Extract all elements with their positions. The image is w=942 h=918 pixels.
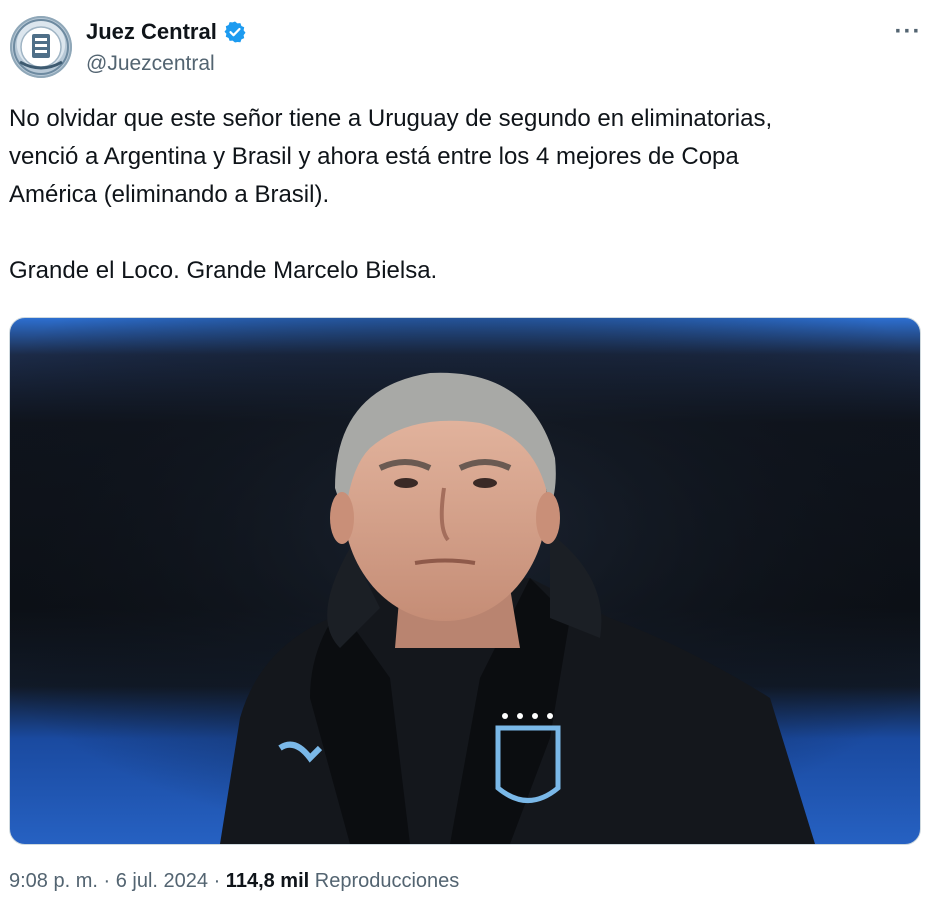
tweet-text-line: América (eliminando a Brasil). xyxy=(9,181,330,208)
tweet-header: Juez Central @Juezcentral ··· xyxy=(10,14,932,80)
tweet-text-line: Grande el Loco. Grande Marcelo Bielsa. xyxy=(9,257,438,284)
views-label: Reproducciones xyxy=(309,870,460,892)
views-count: 114,8 mil xyxy=(225,870,310,892)
meta-separator: · xyxy=(97,870,116,892)
avatar[interactable] xyxy=(10,16,72,78)
meta-separator: · xyxy=(208,870,226,892)
tweet-text: No olvidar que este señor tiene a Urugua… xyxy=(9,100,929,290)
tweet-text-line: venció a Argentina y Brasil y ahora está… xyxy=(9,143,739,170)
tweet-photo[interactable] xyxy=(9,317,921,845)
tweet-time[interactable]: 9:08 p. m. xyxy=(9,870,98,893)
referee-logo-icon xyxy=(13,19,69,75)
author-name[interactable]: Juez Central xyxy=(86,19,217,45)
author-handle[interactable]: @Juezcentral xyxy=(86,52,215,76)
verified-badge-icon xyxy=(223,20,247,44)
tweet-meta: 9:08 p. m. · 6 jul. 2024 · 114,8 mil Rep… xyxy=(9,870,459,893)
tweet-date[interactable]: 6 jul. 2024 xyxy=(116,870,208,893)
man-in-black-jacket-icon xyxy=(10,318,920,844)
tweet-text-line: No olvidar que este señor tiene a Urugua… xyxy=(9,105,773,132)
more-horizontal-icon[interactable]: ··· xyxy=(888,14,928,50)
